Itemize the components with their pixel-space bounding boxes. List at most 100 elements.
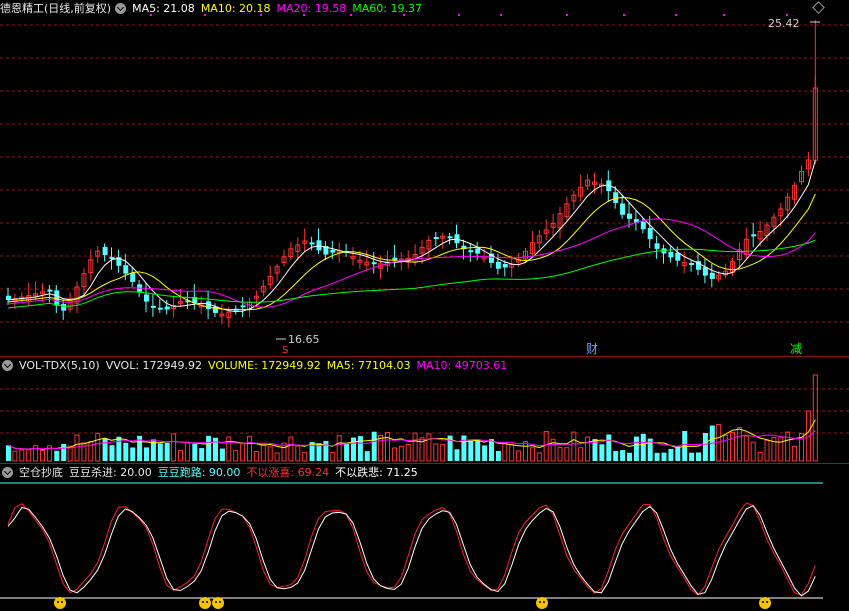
low-marker: 16.65 — [288, 333, 320, 346]
ma20-line — [7, 218, 816, 308]
volume-bar — [6, 445, 11, 461]
candle-body — [330, 249, 336, 253]
event-dot — [786, 14, 788, 16]
candle-body — [309, 242, 315, 245]
volume-bar — [253, 451, 259, 462]
volume-bar — [654, 452, 660, 461]
volume-bar — [95, 432, 101, 462]
vol-ma10-label: MA10: 49703.61 — [416, 358, 508, 372]
volume-bar — [509, 444, 515, 462]
event-s-marker[interactable]: S — [282, 345, 288, 356]
smiley-eye — [762, 601, 764, 603]
candle-body — [144, 294, 149, 302]
volume-bar — [564, 447, 570, 462]
volume-bar — [585, 436, 591, 462]
event-dot — [500, 14, 502, 16]
volume-bar — [351, 437, 356, 461]
volume-bar — [599, 444, 605, 461]
volume-bar — [475, 440, 481, 461]
volume-bar — [61, 443, 67, 461]
volume-bar — [757, 451, 763, 462]
volume-bar — [171, 433, 177, 462]
vol-title[interactable]: VOL-TDX(5,10) — [19, 359, 100, 372]
volume-bar — [267, 446, 273, 462]
volume-bar — [206, 435, 212, 461]
chevron-down-icon[interactable] — [2, 466, 13, 478]
event-dot — [623, 14, 625, 16]
volume-bar — [620, 450, 626, 461]
price-header: 德恩精工(日线,前复权) MA5: 21.08 MA10: 20.18 MA20… — [0, 0, 428, 16]
price-pane[interactable]: 德恩精工(日线,前复权) MA5: 21.08 MA10: 20.18 MA20… — [0, 0, 849, 356]
stock-title[interactable]: 德恩精工(日线,前复权) — [0, 0, 111, 16]
volume-bar — [233, 450, 239, 462]
candle-body — [640, 221, 646, 230]
volume-bar — [689, 452, 695, 461]
high-marker: 25.42 — [768, 17, 800, 30]
buyi-zhangxi-label: 不以涨喜: 69.24 — [246, 466, 330, 479]
smiley-icon — [536, 597, 548, 609]
vvol-label: VVOL: 172949.92 — [105, 358, 203, 372]
volume-bar — [557, 447, 563, 462]
volume-bar — [640, 433, 646, 461]
volume-bar — [743, 435, 749, 462]
volume-bar — [184, 441, 190, 462]
volume-bar — [529, 447, 535, 462]
volume-bar — [385, 432, 390, 462]
smiley-icon — [212, 597, 224, 609]
volume-bar — [247, 435, 252, 462]
diebei-line — [7, 505, 816, 597]
candle-body — [240, 305, 246, 308]
ma5-label: MA5: 21.08 — [132, 1, 195, 15]
chevron-down-icon[interactable] — [115, 2, 127, 14]
volume-bar — [144, 447, 149, 461]
volume-bar — [516, 450, 522, 462]
indicator-chart[interactable] — [0, 464, 849, 611]
candle-body — [620, 203, 626, 215]
price-chart[interactable] — [0, 0, 849, 356]
volume-bar — [543, 430, 549, 462]
volume-header: VOL-TDX(5,10) VVOL: 172949.92 VOLUME: 17… — [0, 357, 513, 373]
volume-bar — [26, 449, 32, 462]
volume-bar — [74, 434, 80, 462]
volume-bar — [482, 445, 488, 461]
ma10-line — [7, 193, 816, 311]
smiley-icon — [54, 597, 66, 609]
indicator-header: 空仓抄底 豆豆杀进: 20.00 豆豆跑路: 90.00 不以涨喜: 69.24… — [0, 464, 424, 480]
volume-bar — [433, 443, 439, 462]
doudou-shajin-label: 豆豆杀进: 20.00 — [69, 466, 152, 479]
indicator-title[interactable]: 空仓抄底 — [19, 464, 63, 480]
candle-body — [392, 257, 398, 260]
volume-pane[interactable]: VOL-TDX(5,10) VVOL: 172949.92 VOLUME: 17… — [0, 357, 849, 463]
candle-body — [627, 213, 632, 219]
indicator-pane[interactable]: 空仓抄底 豆豆杀进: 20.00 豆豆跑路: 90.00 不以涨喜: 69.24… — [0, 464, 849, 611]
ma20-label: MA20: 19.58 — [276, 1, 347, 15]
volume-bar — [613, 450, 619, 461]
candle-body — [502, 263, 508, 268]
candle-body — [751, 234, 757, 237]
smiley-eye — [215, 601, 217, 603]
event-jian-marker[interactable]: 减 — [790, 340, 802, 357]
event-cai-marker[interactable]: 财 — [586, 340, 598, 357]
smiley-eye — [766, 601, 768, 603]
volume-bar — [633, 436, 639, 461]
volume-bar — [323, 440, 329, 461]
smiley-eye — [539, 601, 541, 603]
volume-bar — [627, 452, 632, 461]
volume-bar — [696, 452, 701, 461]
candle-body — [433, 236, 439, 239]
volume-bar — [489, 439, 494, 461]
volume-bar — [219, 448, 225, 461]
candle-body — [613, 192, 619, 203]
candle-body — [157, 307, 163, 310]
candle-body — [689, 263, 695, 266]
chevron-down-icon[interactable] — [2, 359, 13, 371]
volume-bar — [260, 443, 266, 462]
volume-bar — [157, 443, 163, 461]
volume-bar — [812, 374, 818, 462]
volume-bar — [226, 436, 232, 462]
buyi-diebei-label: 不以跌悲: 71.25 — [335, 466, 418, 479]
volume-bar — [702, 433, 708, 461]
smiley-eye — [219, 601, 221, 603]
zhangxi-line — [7, 502, 816, 596]
volume-bar — [661, 452, 667, 461]
